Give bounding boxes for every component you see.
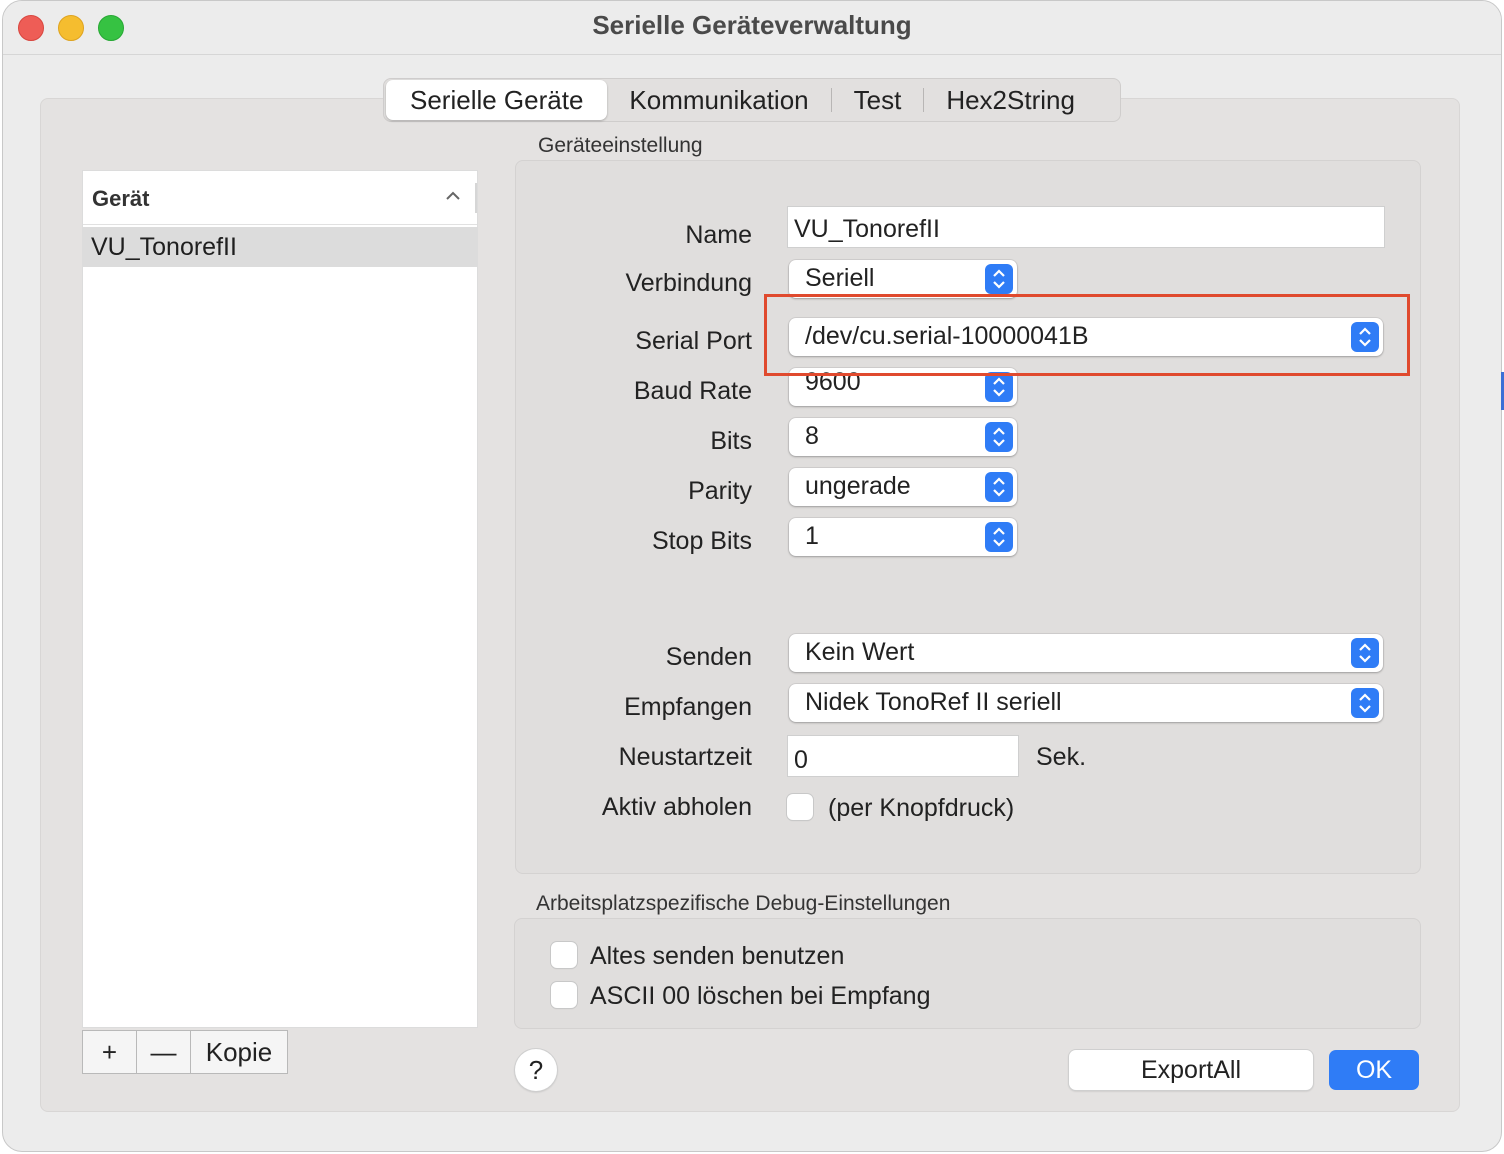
send-value: Kein Wert bbox=[805, 638, 915, 666]
connection-popup[interactable]: Seriell bbox=[789, 260, 1017, 298]
debug-settings-title: Arbeitsplatzspezifische Debug-Einstellun… bbox=[536, 892, 951, 915]
active-fetch-hint: (per Knopfdruck) bbox=[828, 794, 1015, 822]
connection-value: Seriell bbox=[805, 264, 875, 292]
parity-value: ungerade bbox=[805, 472, 911, 500]
active-fetch-label: Aktiv abholen bbox=[601, 793, 752, 821]
serial-port-label: Serial Port bbox=[635, 327, 752, 355]
name-label: Name bbox=[685, 221, 752, 249]
delete-ascii00-label: ASCII 00 löschen bei Empfang bbox=[590, 982, 931, 1010]
annotation-highlight-box bbox=[764, 294, 1410, 376]
name-field[interactable]: VU_TonorefII bbox=[787, 206, 1385, 248]
remove-device-button[interactable]: — bbox=[137, 1031, 191, 1073]
popup-arrows-icon bbox=[1351, 638, 1379, 668]
popup-arrows-icon bbox=[985, 522, 1013, 552]
popup-arrows-icon bbox=[985, 372, 1013, 402]
device-settings-title: Geräteeinstellung bbox=[538, 134, 703, 157]
device-list-header[interactable]: Gerät bbox=[83, 171, 477, 225]
use-old-send-checkbox[interactable] bbox=[551, 942, 577, 968]
send-popup[interactable]: Kein Wert bbox=[789, 634, 1383, 672]
connection-label: Verbindung bbox=[625, 269, 752, 297]
restart-time-field[interactable]: 0 bbox=[787, 735, 1019, 777]
popup-arrows-icon bbox=[1351, 688, 1379, 718]
export-all-button[interactable]: ExportAll bbox=[1069, 1050, 1313, 1090]
tab-bar: Serielle Geräte Kommunikation Test Hex2S… bbox=[383, 78, 1121, 122]
list-item[interactable]: VU_TonorefII bbox=[83, 227, 477, 267]
device-list[interactable]: Gerät VU_TonorefII bbox=[82, 170, 478, 1028]
titlebar: Serielle Geräteverwaltung bbox=[3, 1, 1501, 55]
active-fetch-checkbox[interactable] bbox=[787, 794, 813, 820]
receive-label: Empfangen bbox=[624, 693, 752, 721]
receive-value: Nidek TonoRef II seriell bbox=[805, 688, 1062, 716]
parity-popup[interactable]: ungerade bbox=[789, 468, 1017, 506]
stop-bits-label: Stop Bits bbox=[651, 527, 752, 555]
tab-test[interactable]: Test bbox=[832, 80, 924, 120]
parity-label: Parity bbox=[688, 477, 752, 505]
popup-arrows-icon bbox=[985, 422, 1013, 452]
stop-bits-value: 1 bbox=[805, 522, 819, 550]
tab-kommunikation[interactable]: Kommunikation bbox=[607, 80, 830, 120]
add-device-button[interactable]: + bbox=[83, 1031, 137, 1073]
bits-popup[interactable]: 8 bbox=[789, 418, 1017, 456]
baud-rate-label: Baud Rate bbox=[633, 377, 752, 405]
list-item-label: VU_TonorefII bbox=[91, 233, 237, 261]
restart-time-label: Neustartzeit bbox=[618, 743, 752, 771]
tab-serielle-geraete[interactable]: Serielle Geräte bbox=[386, 80, 608, 120]
stop-bits-popup[interactable]: 1 bbox=[789, 518, 1017, 556]
bits-label: Bits bbox=[710, 427, 752, 455]
popup-arrows-icon bbox=[985, 264, 1013, 294]
send-label: Senden bbox=[665, 643, 752, 671]
receive-popup[interactable]: Nidek TonoRef II seriell bbox=[789, 684, 1383, 722]
help-button[interactable]: ? bbox=[515, 1049, 557, 1091]
ok-button[interactable]: OK bbox=[1329, 1050, 1419, 1090]
use-old-send-label: Altes senden benutzen bbox=[590, 942, 845, 970]
window-title: Serielle Geräteverwaltung bbox=[592, 10, 912, 40]
sort-chevron-up-icon[interactable] bbox=[445, 185, 461, 208]
list-button-bar: + — Kopie bbox=[82, 1030, 288, 1074]
delete-ascii00-checkbox[interactable] bbox=[551, 982, 577, 1008]
column-divider bbox=[475, 183, 477, 213]
column-header-geraet: Gerät bbox=[92, 186, 150, 211]
restart-time-unit: Sek. bbox=[1036, 743, 1087, 771]
bits-value: 8 bbox=[805, 422, 819, 450]
popup-arrows-icon bbox=[985, 472, 1013, 502]
copy-device-button[interactable]: Kopie bbox=[191, 1031, 287, 1073]
tab-hex2string[interactable]: Hex2String bbox=[924, 80, 1097, 120]
debug-settings-group bbox=[514, 918, 1421, 1029]
